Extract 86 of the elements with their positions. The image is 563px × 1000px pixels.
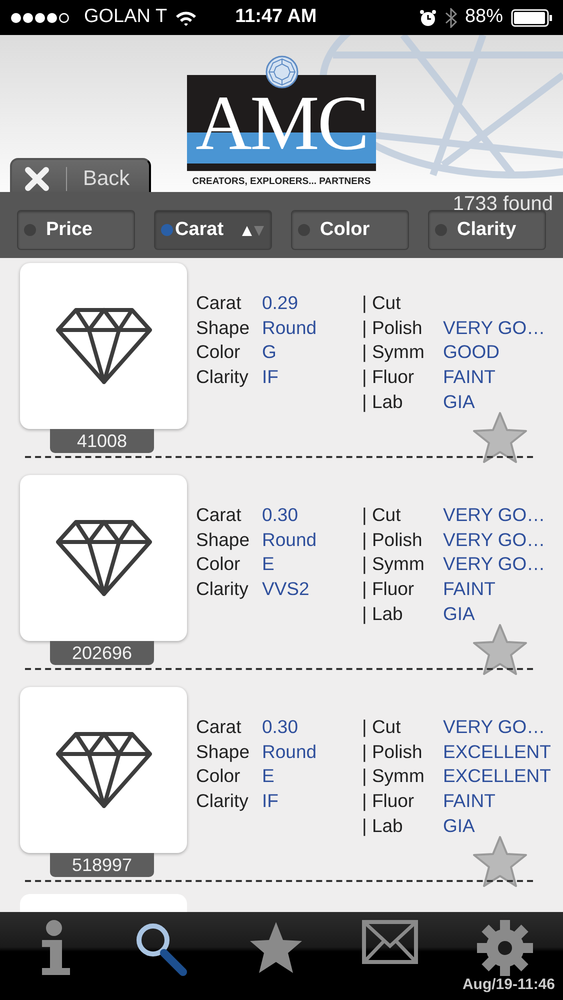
alarm-icon: [418, 8, 437, 26]
field-label: Carat: [196, 715, 242, 739]
stock-number: 518997: [50, 853, 154, 877]
sort-arrows-icon: [241, 223, 265, 237]
field-value: EXCELLENT: [443, 740, 551, 762]
field-value: 0.29: [262, 292, 298, 313]
field-value: GIA: [443, 814, 475, 836]
field-label: Carat: [196, 503, 242, 527]
field-label: | Polish: [362, 740, 424, 764]
bluetooth-icon: [444, 8, 457, 28]
field-value: Round: [262, 740, 317, 762]
field-value: E: [262, 765, 274, 786]
diamond-thumbnail[interactable]: [20, 687, 187, 853]
stock-number: 41008: [50, 429, 154, 453]
sort-button[interactable]: Clarity: [428, 210, 546, 250]
field-label: | Fluor: [362, 365, 416, 390]
field-label: | Symm: [362, 340, 426, 364]
timestamp: Aug/19-11:46: [462, 974, 555, 994]
sort-button[interactable]: Carat: [154, 210, 272, 250]
wifi-icon: [175, 10, 198, 26]
field-value: VERY GO…: [443, 316, 546, 338]
sort-button[interactable]: Color: [291, 210, 409, 250]
field-value: G: [262, 341, 276, 362]
field-label: Color: [196, 552, 242, 576]
diamond-thumbnail[interactable]: [20, 263, 187, 429]
battery-icon: [511, 8, 553, 26]
field-value: VERY GO…: [443, 716, 546, 737]
carrier-name: GOLAN T: [84, 5, 168, 30]
favorite-star-icon[interactable]: [471, 622, 529, 678]
field-label: Carat: [196, 291, 242, 315]
field-label: | Polish: [362, 528, 424, 552]
field-label: | Lab: [362, 390, 404, 414]
field-value: VERY GO…: [443, 553, 546, 574]
battery-percent: 88%: [464, 5, 503, 30]
field-value: IF: [262, 790, 278, 812]
status-time: 11:47 AM: [235, 5, 317, 30]
field-value: 0.30: [262, 716, 298, 737]
tagline: CREATORS, EXPLORERS... PARTNERS: [191, 175, 372, 189]
star-icon[interactable]: [248, 920, 304, 976]
field-value: FAINT: [443, 366, 496, 388]
diamond-icon: [56, 518, 152, 598]
diamond-thumbnail[interactable]: [20, 475, 187, 641]
field-value: FAINT: [443, 790, 496, 812]
field-label: Clarity: [196, 789, 250, 814]
field-label: Shape: [196, 740, 250, 764]
diamond-thumbnail[interactable]: [20, 894, 187, 912]
mail-icon[interactable]: [362, 920, 418, 964]
field-label: Clarity: [196, 577, 250, 602]
field-value: VERY GO…: [443, 528, 546, 550]
field-value: Round: [262, 316, 317, 338]
field-label: Shape: [196, 316, 250, 340]
field-label: | Polish: [362, 316, 424, 340]
field-label: | Fluor: [362, 577, 416, 602]
field-label: Clarity: [196, 365, 250, 390]
field-label: | Symm: [362, 552, 426, 576]
favorite-star-icon[interactable]: [471, 410, 529, 466]
field-value: EXCELLENT: [443, 765, 551, 786]
field-label: | Cut: [362, 291, 402, 315]
close-icon: [24, 166, 50, 192]
field-value: VVS2: [262, 578, 310, 600]
field-value: 0.30: [262, 504, 298, 525]
field-label: | Cut: [362, 503, 402, 527]
field-label: | Fluor: [362, 789, 416, 814]
field-value: GIA: [443, 390, 475, 412]
field-value: VERY GO…: [443, 504, 546, 525]
diamond-icon: [56, 730, 152, 810]
field-value: GIA: [443, 602, 475, 624]
field-value: E: [262, 553, 274, 574]
field-label: | Cut: [362, 715, 402, 739]
field-label: Shape: [196, 528, 250, 552]
sort-button[interactable]: Price: [17, 210, 135, 250]
field-value: IF: [262, 366, 278, 388]
field-label: | Lab: [362, 814, 404, 838]
settings-icon[interactable]: [477, 920, 533, 976]
stock-number: 202696: [50, 641, 154, 665]
field-label: Color: [196, 764, 242, 788]
back-label: Back: [83, 166, 130, 192]
back-button[interactable]: Back: [10, 158, 151, 192]
field-label: | Symm: [362, 764, 426, 788]
field-label: Color: [196, 340, 242, 364]
field-value: FAINT: [443, 578, 496, 600]
field-label: | Lab: [362, 602, 404, 626]
diamond-icon: [56, 306, 152, 386]
field-value: GOOD: [443, 341, 500, 362]
field-value: Round: [262, 528, 317, 550]
favorite-star-icon[interactable]: [471, 834, 529, 890]
